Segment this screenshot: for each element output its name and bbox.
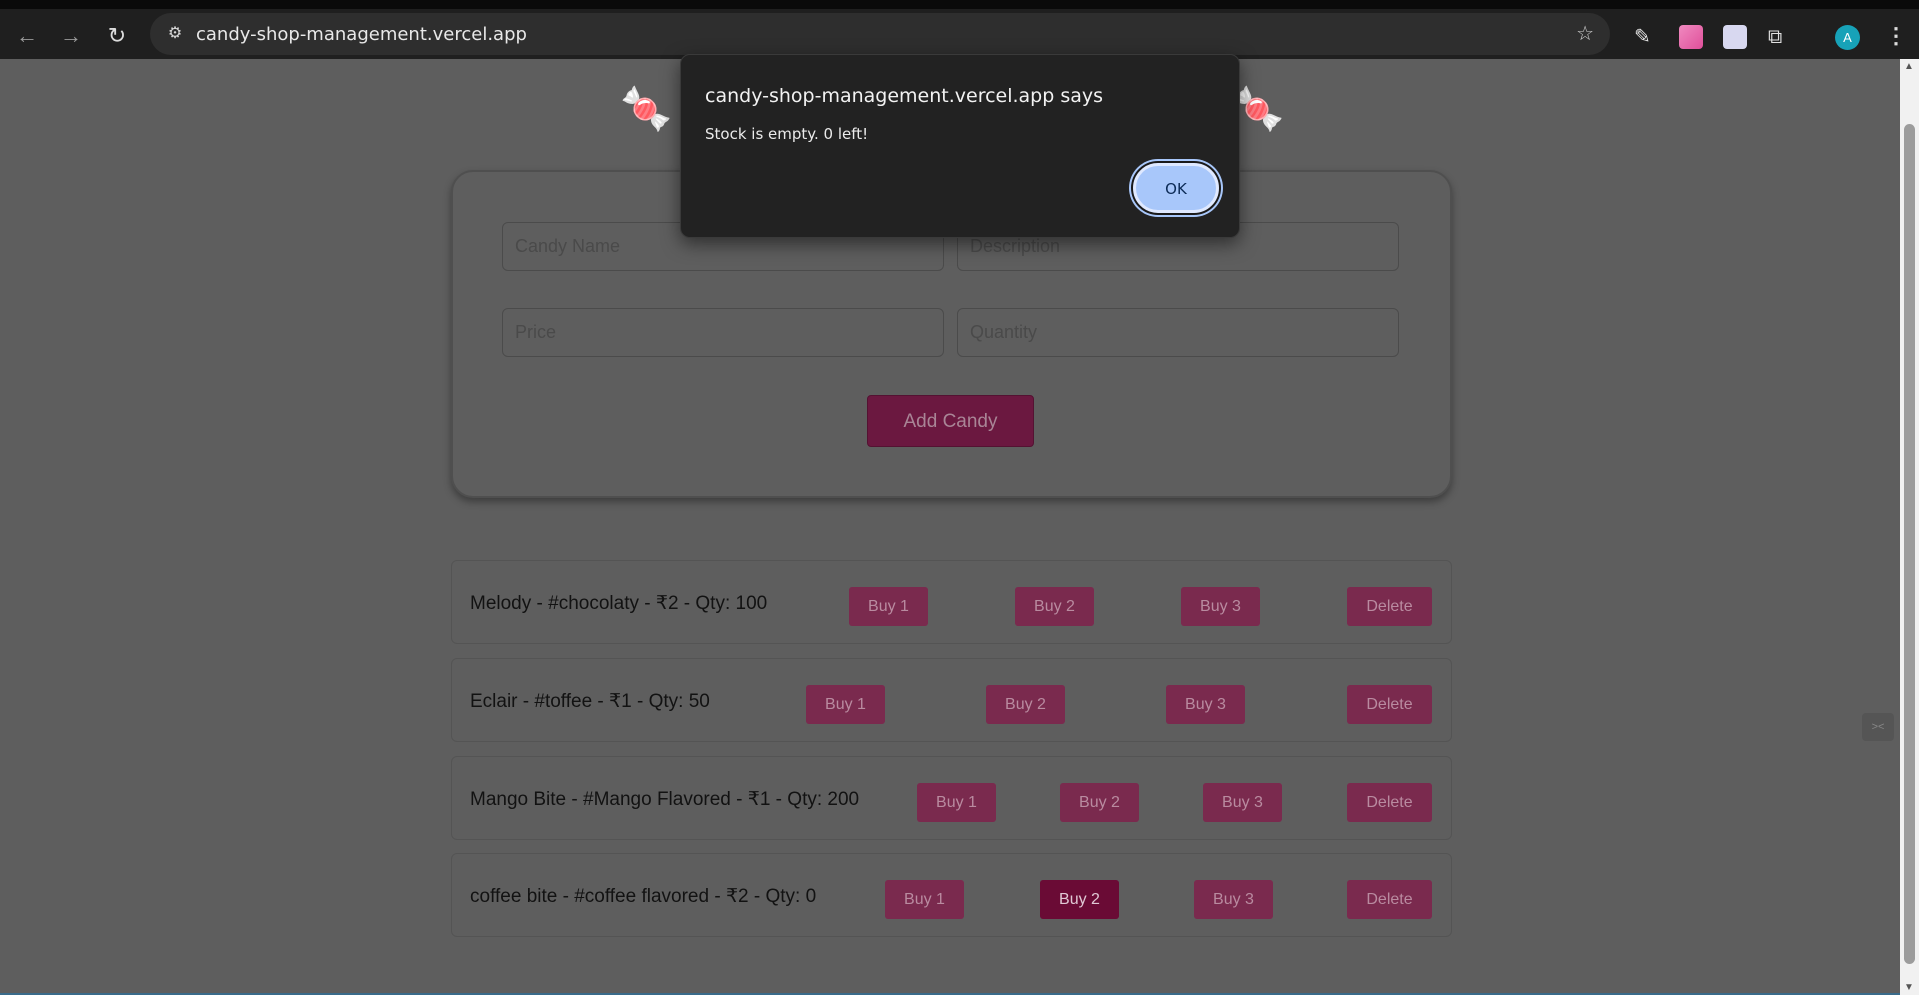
eyedropper-extension-icon[interactable]: ✎ [1634,25,1658,49]
buy-1-button[interactable]: Buy 1 [917,783,996,822]
buy-2-button[interactable]: Buy 2 [1015,587,1094,626]
buy-2-button[interactable]: Buy 2 [1040,880,1119,919]
scroll-up-icon[interactable]: ▲ [1904,61,1914,72]
candy-label: Melody - #chocolaty - ₹2 - Qty: 100 [470,593,768,614]
buy-2-button[interactable]: Buy 2 [986,685,1065,724]
buy-1-button[interactable]: Buy 1 [806,685,885,724]
delete-button[interactable]: Delete [1347,685,1432,724]
buy-3-button[interactable]: Buy 3 [1203,783,1282,822]
bookmark-star-icon[interactable]: ☆ [1576,21,1594,46]
reload-icon[interactable]: ↻ [98,17,136,55]
address-bar[interactable]: ⚙ candy-shop-management.vercel.app ☆ [150,13,1610,55]
back-icon[interactable]: ← [8,17,46,55]
browser-menu-icon[interactable]: ⋮ [1885,23,1907,49]
profile-avatar[interactable]: A [1835,25,1860,50]
price-input[interactable]: Price [502,308,944,357]
buy-3-button[interactable]: Buy 3 [1194,880,1273,919]
candy-row: Eclair - #toffee - ₹1 - Qty: 50 Buy 1 Bu… [451,658,1452,742]
extensions-puzzle-icon[interactable]: ⧉ [1768,25,1792,49]
scrollbar-thumb[interactable] [1904,124,1915,964]
ok-button[interactable]: OK [1133,163,1219,213]
candy-row: Melody - #chocolaty - ₹2 - Qty: 100 Buy … [451,560,1452,644]
candy-label: Eclair - #toffee - ₹1 - Qty: 50 [470,691,710,712]
quantity-input[interactable]: Quantity [957,308,1399,357]
buy-1-button[interactable]: Buy 1 [885,880,964,919]
delete-button[interactable]: Delete [1347,587,1432,626]
scroll-down-icon[interactable]: ▼ [1904,982,1914,993]
candy-row: Mango Bite - #Mango Flavored - ₹1 - Qty:… [451,756,1452,840]
candy-label: Mango Bite - #Mango Flavored - ₹1 - Qty:… [470,789,860,810]
buy-2-button[interactable]: Buy 2 [1060,783,1139,822]
buy-3-button[interactable]: Buy 3 [1181,587,1260,626]
add-candy-button[interactable]: Add Candy [867,395,1034,447]
page-scrollbar[interactable]: ▲ ▼ [1900,59,1919,995]
side-panel-toggle-icon[interactable]: >< [1862,713,1894,741]
candy-icon: 🍬 [620,85,673,132]
dialog-title: candy-shop-management.vercel.app says [705,85,1104,107]
delete-button[interactable]: Delete [1347,783,1432,822]
buy-3-button[interactable]: Buy 3 [1166,685,1245,724]
dialog-message: Stock is empty. 0 left! [705,125,869,143]
site-info-icon[interactable]: ⚙ [164,23,186,45]
forward-icon[interactable]: → [52,17,90,55]
candy-label: coffee bite - #coffee flavored - ₹2 - Qt… [470,886,817,907]
delete-button[interactable]: Delete [1347,880,1432,919]
alert-dialog: candy-shop-management.vercel.app says St… [680,54,1240,238]
browser-toolbar: ← → ↻ ⚙ candy-shop-management.vercel.app… [0,0,1919,59]
mail-extension-icon[interactable] [1723,25,1747,49]
candy-row: coffee bite - #coffee flavored - ₹2 - Qt… [451,853,1452,937]
url-text[interactable]: candy-shop-management.vercel.app [196,24,527,45]
buy-1-button[interactable]: Buy 1 [849,587,928,626]
gradient-extension-icon[interactable] [1679,25,1703,49]
